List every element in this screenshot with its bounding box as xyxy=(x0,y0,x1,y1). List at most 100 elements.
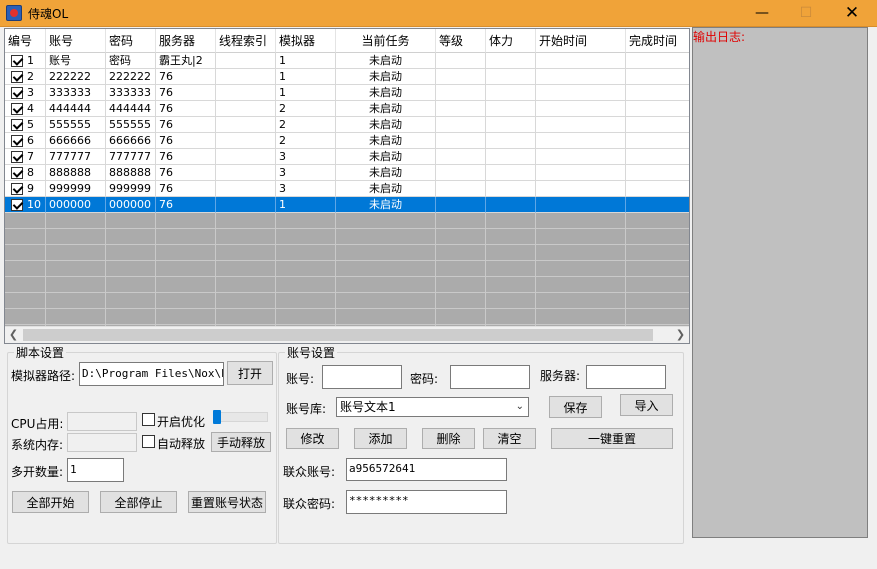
column-header[interactable]: 账号 xyxy=(46,29,106,53)
column-header[interactable]: 编号 xyxy=(5,29,46,53)
row-checkbox[interactable] xyxy=(11,87,23,99)
scroll-right-icon[interactable]: ❯ xyxy=(672,327,689,343)
optimize-slider-thumb[interactable] xyxy=(213,410,221,424)
row-checkbox[interactable] xyxy=(11,151,23,163)
stop-all-button[interactable]: 全部停止 xyxy=(100,491,177,513)
password-input[interactable] xyxy=(450,365,530,389)
cell-server: 76 xyxy=(156,69,216,85)
manual-release-button[interactable]: 手动释放 xyxy=(211,432,271,452)
column-header[interactable]: 完成时间 xyxy=(626,29,689,53)
row-number-cell[interactable]: 8 xyxy=(5,165,46,181)
library-select-value: 账号文本1 xyxy=(340,400,396,414)
account-grid[interactable]: 编号 账号 密码 服务器 线程索引 模拟器 当前任务 等级 体力 开始时间 完成时间 1 账号 密码 霸王… xyxy=(4,28,690,344)
row-checkbox[interactable] xyxy=(11,183,23,195)
optimize-slider-track xyxy=(213,412,268,422)
cell-account: 444444 xyxy=(46,101,106,117)
column-header[interactable]: 密码 xyxy=(106,29,156,53)
lianzhong-account-input[interactable]: a956572641 xyxy=(346,458,507,481)
emulator-path-label: 模拟器路径: xyxy=(11,369,76,383)
one-key-reset-button[interactable]: 一键重置 xyxy=(551,428,673,449)
column-header[interactable]: 线程索引 xyxy=(216,29,276,53)
row-checkbox[interactable] xyxy=(11,135,23,147)
library-select[interactable]: 账号文本1 ⌄ xyxy=(336,397,529,417)
cell-empty xyxy=(436,149,486,165)
multi-count-input[interactable]: 1 xyxy=(67,458,124,482)
row-number-cell[interactable]: 2 xyxy=(5,69,46,85)
empty-grid-cell xyxy=(5,293,46,309)
row-number-cell[interactable]: 1 xyxy=(5,53,46,69)
close-button[interactable]: ✕ xyxy=(829,0,875,27)
server-input[interactable] xyxy=(586,365,666,389)
cpu-usage-display xyxy=(67,412,137,431)
empty-grid-cell xyxy=(46,293,106,309)
cell-empty xyxy=(486,53,536,69)
column-header[interactable]: 体力 xyxy=(486,29,536,53)
empty-grid-cell xyxy=(106,261,156,277)
emulator-path-input[interactable]: D:\Program Files\Nox\bin xyxy=(79,362,224,386)
optimize-checkbox[interactable] xyxy=(142,413,155,426)
cell-account: 账号 xyxy=(46,53,106,69)
empty-grid-cell xyxy=(536,293,626,309)
row-checkbox[interactable] xyxy=(11,119,23,131)
maximize-button[interactable]: ☐ xyxy=(783,0,829,27)
row-number-cell[interactable]: 3 xyxy=(5,85,46,101)
scrollbar-thumb[interactable] xyxy=(23,329,653,341)
row-number-cell[interactable]: 5 xyxy=(5,117,46,133)
column-header[interactable]: 开始时间 xyxy=(536,29,626,53)
cell-account: 666666 xyxy=(46,133,106,149)
column-header[interactable]: 模拟器 xyxy=(276,29,336,53)
column-header[interactable]: 等级 xyxy=(436,29,486,53)
import-button[interactable]: 导入 xyxy=(620,394,673,416)
row-checkbox[interactable] xyxy=(11,167,23,179)
row-number: 2 xyxy=(27,70,34,83)
cell-thread xyxy=(216,117,276,133)
row-checkbox[interactable] xyxy=(11,199,23,211)
add-button[interactable]: 添加 xyxy=(354,428,407,449)
edit-button[interactable]: 修改 xyxy=(286,428,339,449)
auto-release-checkbox[interactable] xyxy=(142,435,155,448)
empty-grid-cell xyxy=(276,309,336,325)
cell-empty xyxy=(436,197,486,213)
cell-emulator: 3 xyxy=(276,149,336,165)
empty-grid-cell xyxy=(536,245,626,261)
scroll-left-icon[interactable]: ❮ xyxy=(5,327,22,343)
empty-grid-cell xyxy=(436,309,486,325)
cell-thread xyxy=(216,197,276,213)
row-number-cell[interactable]: 6 xyxy=(5,133,46,149)
horizontal-scrollbar[interactable]: ❮ ❯ xyxy=(5,326,689,343)
lianzhong-password-input[interactable]: ********* xyxy=(346,490,507,514)
row-number: 5 xyxy=(27,118,34,131)
row-checkbox[interactable] xyxy=(11,55,23,67)
cell-empty xyxy=(536,181,626,197)
row-number-cell[interactable]: 7 xyxy=(5,149,46,165)
minimize-button[interactable]: — xyxy=(739,0,785,27)
row-number-cell[interactable]: 4 xyxy=(5,101,46,117)
clear-button[interactable]: 清空 xyxy=(483,428,536,449)
reset-status-button[interactable]: 重置账号状态 xyxy=(188,491,266,513)
log-panel: 输出日志: xyxy=(692,27,868,538)
row-number-cell[interactable]: 10 xyxy=(5,197,46,213)
cell-empty xyxy=(486,197,536,213)
cell-server: 76 xyxy=(156,133,216,149)
cell-empty xyxy=(436,181,486,197)
open-button[interactable]: 打开 xyxy=(227,361,273,385)
row-checkbox[interactable] xyxy=(11,103,23,115)
start-all-button[interactable]: 全部开始 xyxy=(12,491,89,513)
save-button[interactable]: 保存 xyxy=(549,396,602,418)
column-header[interactable]: 当前任务 xyxy=(336,29,436,53)
cell-password: 888888 xyxy=(106,165,156,181)
cell-empty xyxy=(626,133,689,149)
auto-release-label: 自动释放 xyxy=(157,437,206,451)
empty-grid-cell xyxy=(486,277,536,293)
cell-password: 555555 xyxy=(106,117,156,133)
cell-task: 未启动 xyxy=(336,69,436,85)
cell-emulator: 3 xyxy=(276,181,336,197)
column-header[interactable]: 服务器 xyxy=(156,29,216,53)
cell-server: 76 xyxy=(156,149,216,165)
empty-grid-cell xyxy=(106,277,156,293)
row-number-cell[interactable]: 9 xyxy=(5,181,46,197)
account-input[interactable] xyxy=(322,365,402,389)
row-checkbox[interactable] xyxy=(11,71,23,83)
delete-button[interactable]: 删除 xyxy=(422,428,475,449)
cell-empty xyxy=(486,181,536,197)
